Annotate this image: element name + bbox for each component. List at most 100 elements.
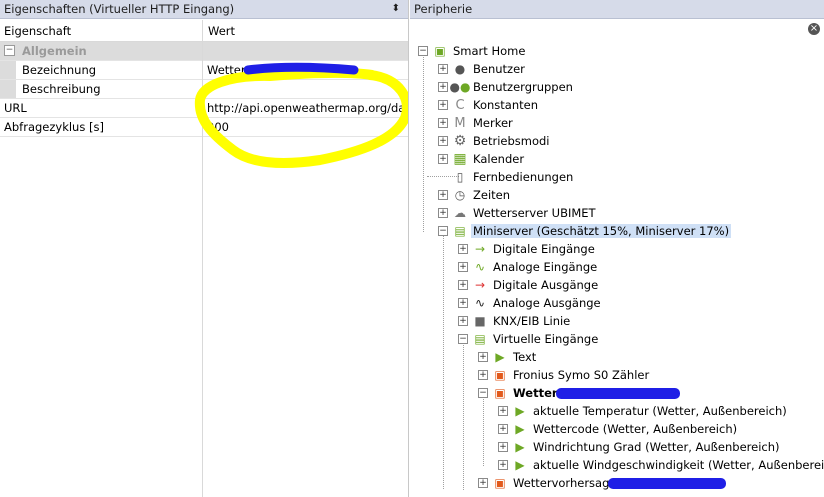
virtual-http-icon: ▣ (494, 476, 506, 490)
tree-label: Windrichtung Grad (Wetter, Außenbereich) (533, 440, 780, 454)
properties-panel: Eigenschaften (Virtueller HTTP Eingang) … (0, 0, 409, 497)
expand-icon[interactable]: + (478, 478, 488, 488)
tree-label: Wettervorhersage (513, 476, 617, 490)
close-icon[interactable]: × (808, 23, 820, 35)
tree-node-miniserver[interactable]: − ▤ Miniserver (Geschätzt 15%, Miniserve… (410, 222, 824, 240)
remote-icon: ▯ (456, 170, 464, 184)
analog-output-icon: ∿ (474, 296, 486, 310)
expand-icon[interactable]: + (458, 298, 468, 308)
tree-label: Merker (473, 116, 513, 130)
collapse-icon[interactable]: − (438, 226, 448, 236)
collapse-icon[interactable]: − (478, 388, 488, 398)
tree-label: Benutzergruppen (473, 80, 573, 94)
blue-redaction-mark (243, 62, 359, 75)
tree-label: Analoge Ausgänge (493, 296, 601, 310)
user-icon: ● (454, 62, 466, 76)
peripherals-panel-title: Peripherie (410, 0, 824, 19)
input-command-icon: ▶ (515, 422, 525, 436)
tree-label: Kalender (473, 152, 525, 166)
input-command-icon: ▶ (515, 404, 525, 418)
expand-icon[interactable]: + (438, 154, 448, 164)
expand-icon[interactable]: + (438, 82, 448, 92)
tree-node-betriebsmodi[interactable]: + ⚙ Betriebsmodi (410, 132, 824, 150)
collapse-icon[interactable]: − (458, 334, 468, 344)
tree-label: Benutzer (473, 62, 525, 76)
flag-icon: M (454, 115, 466, 131)
tree-label: Wetterserver UBIMET (473, 206, 596, 220)
virtual-http-icon: ▣ (494, 368, 506, 382)
yellow-highlight-scribble (194, 67, 408, 168)
tree-node-knx[interactable]: + ■ KNX/EIB Linie (410, 312, 824, 330)
input-command-icon: ▶ (515, 440, 525, 454)
expand-icon[interactable]: + (438, 64, 448, 74)
tree-node-wetterserver[interactable]: + ☁ Wetterserver UBIMET (410, 204, 824, 222)
tree-node-zeiten[interactable]: + ◷ Zeiten (410, 186, 824, 204)
tree-label: aktuelle Windgeschwindigkeit (Wetter, Au… (533, 458, 824, 472)
annotation-overlay (194, 62, 408, 168)
tree-label: KNX/EIB Linie (493, 314, 571, 328)
expand-icon[interactable]: + (438, 208, 448, 218)
collapse-icon[interactable]: − (418, 46, 428, 56)
expand-icon[interactable]: + (458, 244, 468, 254)
expand-icon[interactable]: + (458, 280, 468, 290)
tree-label: Digitale Ausgänge (493, 278, 599, 292)
expand-icon[interactable]: + (498, 406, 508, 416)
expand-icon[interactable]: + (478, 370, 488, 380)
gear-icon: ⚙ (453, 133, 467, 149)
tree-node-analoge-ausgaenge[interactable]: + ∿ Analoge Ausgänge (410, 294, 824, 312)
input-command-icon: ▶ (515, 458, 525, 472)
tree-node-fernbedienungen[interactable]: ▯ Fernbedienungen (410, 168, 824, 186)
miniserver-icon: ▤ (454, 224, 466, 238)
clock-icon: ◷ (454, 188, 466, 202)
tree-node-windrichtung[interactable]: + ▶ Windrichtung Grad (Wetter, Außenbere… (410, 438, 824, 456)
expand-icon[interactable]: + (498, 460, 508, 470)
digital-input-icon: → (474, 242, 486, 256)
expand-icon[interactable]: + (438, 118, 448, 128)
expand-icon[interactable]: + (438, 190, 448, 200)
expand-icon[interactable]: + (498, 424, 508, 434)
virtual-input-icon: ▤ (474, 332, 486, 346)
weather-icon: ☁ (454, 206, 466, 220)
tree-node-kalender[interactable]: + ▦ Kalender (410, 150, 824, 168)
tree-label: Wetter (513, 386, 558, 400)
peripherals-panel: Peripherie × − ▣ Smart Home + ● Benutzer… (410, 0, 824, 497)
text-input-icon: ▶ (495, 350, 505, 364)
expand-icon[interactable]: + (458, 316, 468, 326)
tree-label: aktuelle Temperatur (Wetter, Außenbereic… (533, 404, 787, 418)
tree-node-wetter[interactable]: − ▣ Wetter (410, 384, 824, 402)
expand-icon[interactable]: + (498, 442, 508, 452)
tree-node-konstanten[interactable]: + C Konstanten (410, 96, 824, 114)
users-icon: ● ● (449, 80, 471, 94)
tree-node-fronius[interactable]: + ▣ Fronius Symo S0 Zähler (410, 366, 824, 384)
peripherals-title-text: Peripherie (414, 2, 473, 16)
tree-node-benutzer[interactable]: + ● Benutzer (410, 60, 824, 78)
tree-label: Virtuelle Eingänge (493, 332, 599, 346)
virtual-http-icon: ▣ (494, 386, 506, 400)
tree-node-smart-home[interactable]: − ▣ Smart Home (410, 42, 824, 60)
tree-node-digitale-eingaenge[interactable]: + → Digitale Eingänge (410, 240, 824, 258)
tree-label: Betriebsmodi (473, 134, 550, 148)
tree-label: Miniserver (Geschätzt 15%, Miniserver 17… (471, 224, 732, 238)
redaction-mark (556, 388, 680, 399)
expand-icon[interactable]: + (438, 136, 448, 146)
tree-node-windgeschwindigkeit[interactable]: + ▶ aktuelle Windgeschwindigkeit (Wetter… (410, 456, 824, 474)
tree-label: Digitale Eingänge (493, 242, 595, 256)
expand-icon[interactable]: + (458, 262, 468, 272)
tree-node-aktuelle-temperatur[interactable]: + ▶ aktuelle Temperatur (Wetter, Außenbe… (410, 402, 824, 420)
constant-icon: C (455, 97, 465, 113)
tree-label: Zeiten (473, 188, 511, 202)
tree-node-text[interactable]: + ▶ Text (410, 348, 824, 366)
redaction-mark (608, 478, 726, 489)
tree-node-analoge-eingaenge[interactable]: + ∿ Analoge Eingänge (410, 258, 824, 276)
tree-node-wettercode[interactable]: + ▶ Wettercode (Wetter, Außenbereich) (410, 420, 824, 438)
expand-icon[interactable]: + (438, 100, 448, 110)
expand-icon[interactable]: + (478, 352, 488, 362)
tree-label: Wettercode (Wetter, Außenbereich) (533, 422, 738, 436)
tree-node-wettervorhersage[interactable]: + ▣ Wettervorhersage (410, 474, 824, 492)
calendar-icon: ▦ (453, 151, 467, 167)
digital-output-icon: → (474, 278, 486, 292)
tree-node-merker[interactable]: + M Merker (410, 114, 824, 132)
tree-node-benutzergruppen[interactable]: + ● ● Benutzergruppen (410, 78, 824, 96)
tree-node-digitale-ausgaenge[interactable]: + → Digitale Ausgänge (410, 276, 824, 294)
tree-node-virtuelle-eingaenge[interactable]: − ▤ Virtuelle Eingänge (410, 330, 824, 348)
